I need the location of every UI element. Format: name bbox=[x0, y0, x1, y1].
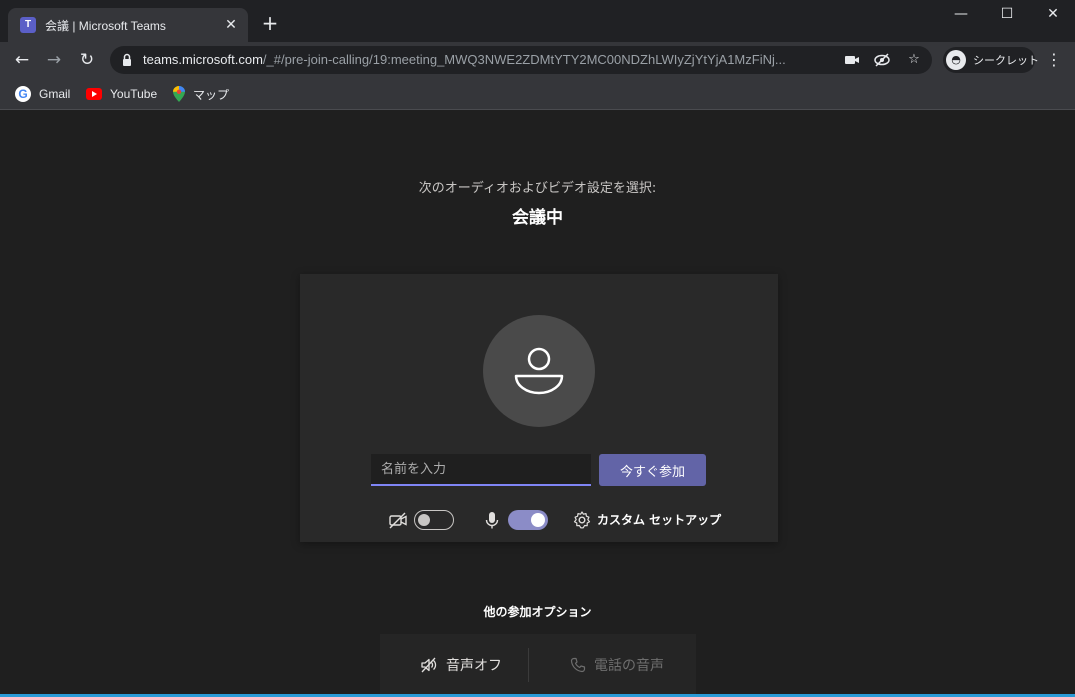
bookmark-label: YouTube bbox=[110, 87, 158, 101]
name-input[interactable] bbox=[371, 454, 591, 486]
phone-audio-option[interactable]: 電話の音声 bbox=[570, 654, 664, 676]
bookmark-label: マップ bbox=[193, 87, 230, 102]
tracking-blocked-icon[interactable] bbox=[873, 52, 891, 68]
join-now-button[interactable]: 今すぐ参加 bbox=[599, 454, 706, 486]
settings-subtitle: 次のオーディオおよびビデオ設定を選択: bbox=[418, 181, 657, 196]
incognito-icon: ◓ bbox=[946, 50, 966, 70]
maximize-button[interactable]: ☐ bbox=[984, 4, 1030, 24]
bookmark-youtube[interactable]: YouTube bbox=[86, 84, 157, 104]
browser-toolbar: ← → ↻ teams.microsoft.com/_#/pre-join-ca… bbox=[0, 42, 1075, 78]
bookmarks-bar: G Gmail YouTube マップ bbox=[0, 78, 1075, 110]
other-join-options: 音声オフ 電話の音声 bbox=[380, 634, 696, 697]
browser-menu-icon[interactable]: ⋮ bbox=[1046, 50, 1062, 70]
bookmark-maps[interactable]: マップ bbox=[173, 84, 229, 104]
lock-icon bbox=[123, 53, 131, 66]
person-icon bbox=[514, 347, 564, 395]
microphone-toggle[interactable] bbox=[508, 510, 548, 530]
teams-prejoin-page: 次のオーディオおよびビデオ設定を選択: 会議中 今すぐ参加 bbox=[0, 111, 1075, 697]
forward-icon[interactable]: → bbox=[42, 48, 66, 72]
avatar bbox=[483, 315, 595, 427]
back-icon[interactable]: ← bbox=[10, 48, 34, 72]
bookmark-label: Gmail bbox=[39, 87, 71, 101]
incognito-label: シークレット bbox=[973, 54, 1039, 67]
speaker-off-icon bbox=[421, 657, 437, 673]
camera-toggle[interactable] bbox=[414, 510, 454, 530]
teams-icon: T bbox=[20, 17, 36, 33]
new-tab-button[interactable]: + bbox=[260, 13, 280, 33]
toggle-knob bbox=[418, 514, 430, 526]
incognito-badge[interactable]: ◓ シークレット bbox=[943, 47, 1039, 73]
url-text[interactable]: teams.microsoft.com/_#/pre-join-calling/… bbox=[143, 52, 833, 67]
maps-icon bbox=[173, 86, 185, 102]
microphone-icon bbox=[485, 512, 499, 529]
browser-tab[interactable]: T 会議 | Microsoft Teams ✕ bbox=[8, 8, 248, 42]
audio-off-option[interactable]: 音声オフ bbox=[420, 654, 502, 676]
meeting-title: 会議中 bbox=[512, 208, 563, 228]
other-join-options-title: 他の参加オプション bbox=[483, 605, 592, 619]
phone-audio-label: 電話の音声 bbox=[594, 658, 664, 674]
browser-titlebar: T 会議 | Microsoft Teams ✕ + — ☐ ✕ bbox=[0, 0, 1075, 42]
tab-title: 会議 | Microsoft Teams bbox=[45, 19, 166, 33]
toggle-knob bbox=[531, 513, 545, 527]
custom-setup-link[interactable]: カスタム セットアップ bbox=[597, 511, 721, 528]
camera-off-icon bbox=[389, 512, 407, 529]
options-divider bbox=[528, 648, 529, 682]
youtube-icon bbox=[86, 88, 102, 100]
tab-close-icon[interactable]: ✕ bbox=[222, 16, 240, 34]
audio-off-label: 音声オフ bbox=[446, 658, 502, 674]
phone-icon bbox=[570, 657, 586, 673]
gear-icon[interactable] bbox=[572, 510, 592, 530]
prejoin-card: 今すぐ参加 カスタム セットアップ bbox=[300, 274, 778, 542]
bookmark-star-icon[interactable]: ☆ bbox=[905, 52, 923, 68]
bookmark-gmail[interactable]: G Gmail bbox=[15, 84, 70, 104]
reload-icon[interactable]: ↻ bbox=[75, 48, 99, 72]
minimize-button[interactable]: — bbox=[938, 4, 984, 24]
close-window-button[interactable]: ✕ bbox=[1030, 4, 1075, 24]
address-bar[interactable]: teams.microsoft.com/_#/pre-join-calling/… bbox=[110, 46, 932, 74]
google-icon: G bbox=[15, 86, 31, 102]
camera-permission-icon[interactable] bbox=[843, 52, 861, 68]
